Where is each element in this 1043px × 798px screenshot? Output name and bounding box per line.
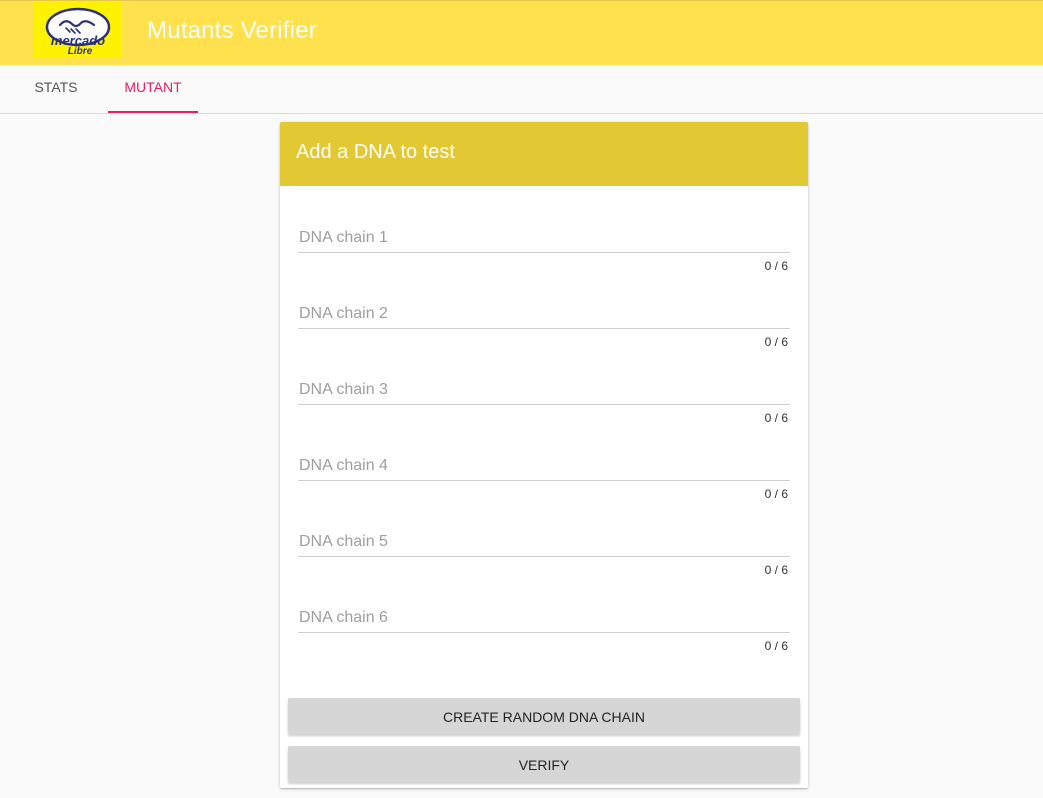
logo-text-bottom: Libre (68, 46, 93, 55)
tab-bar: STATS MUTANT (0, 65, 1043, 114)
dna-form-card: Add a DNA to test 0 / 6 0 / 6 0 / 6 0 / … (280, 122, 808, 788)
dna-chain-4-input[interactable] (298, 451, 790, 481)
dna-chain-5-field: 0 / 6 (298, 527, 790, 577)
card-header: Add a DNA to test (280, 122, 808, 186)
handshake-logo-icon: mercado Libre (45, 7, 111, 55)
dna-chain-3-counter: 0 / 6 (764, 411, 788, 425)
dna-chain-1-input[interactable] (298, 223, 790, 253)
dna-chain-5-counter: 0 / 6 (764, 563, 788, 577)
dna-chain-2-field: 0 / 6 (298, 299, 790, 349)
dna-chain-5-input[interactable] (298, 527, 790, 557)
dna-chain-6-counter: 0 / 6 (764, 639, 788, 653)
dna-chain-4-field: 0 / 6 (298, 451, 790, 501)
verify-button[interactable]: VERIFY (288, 746, 800, 782)
dna-chain-3-input[interactable] (298, 375, 790, 405)
card-title: Add a DNA to test (296, 141, 455, 163)
dna-chain-4-counter: 0 / 6 (764, 487, 788, 501)
create-random-dna-button[interactable]: CREATE RANDOM DNA CHAIN (288, 698, 800, 734)
app-header: mercado Libre Mutants Verifier (0, 0, 1043, 65)
dna-chain-6-field: 0 / 6 (298, 603, 790, 653)
dna-chain-6-input[interactable] (298, 603, 790, 633)
dna-chain-3-field: 0 / 6 (298, 375, 790, 425)
mercado-libre-logo[interactable]: mercado Libre (34, 2, 122, 57)
tab-stats[interactable]: STATS (17, 65, 95, 113)
dna-chain-2-counter: 0 / 6 (764, 335, 788, 349)
app-title: Mutants Verifier (147, 17, 317, 44)
dna-chain-1-counter: 0 / 6 (764, 259, 788, 273)
dna-chain-2-input[interactable] (298, 299, 790, 329)
dna-chain-1-field: 0 / 6 (298, 223, 790, 273)
tab-mutant[interactable]: MUTANT (108, 65, 198, 113)
